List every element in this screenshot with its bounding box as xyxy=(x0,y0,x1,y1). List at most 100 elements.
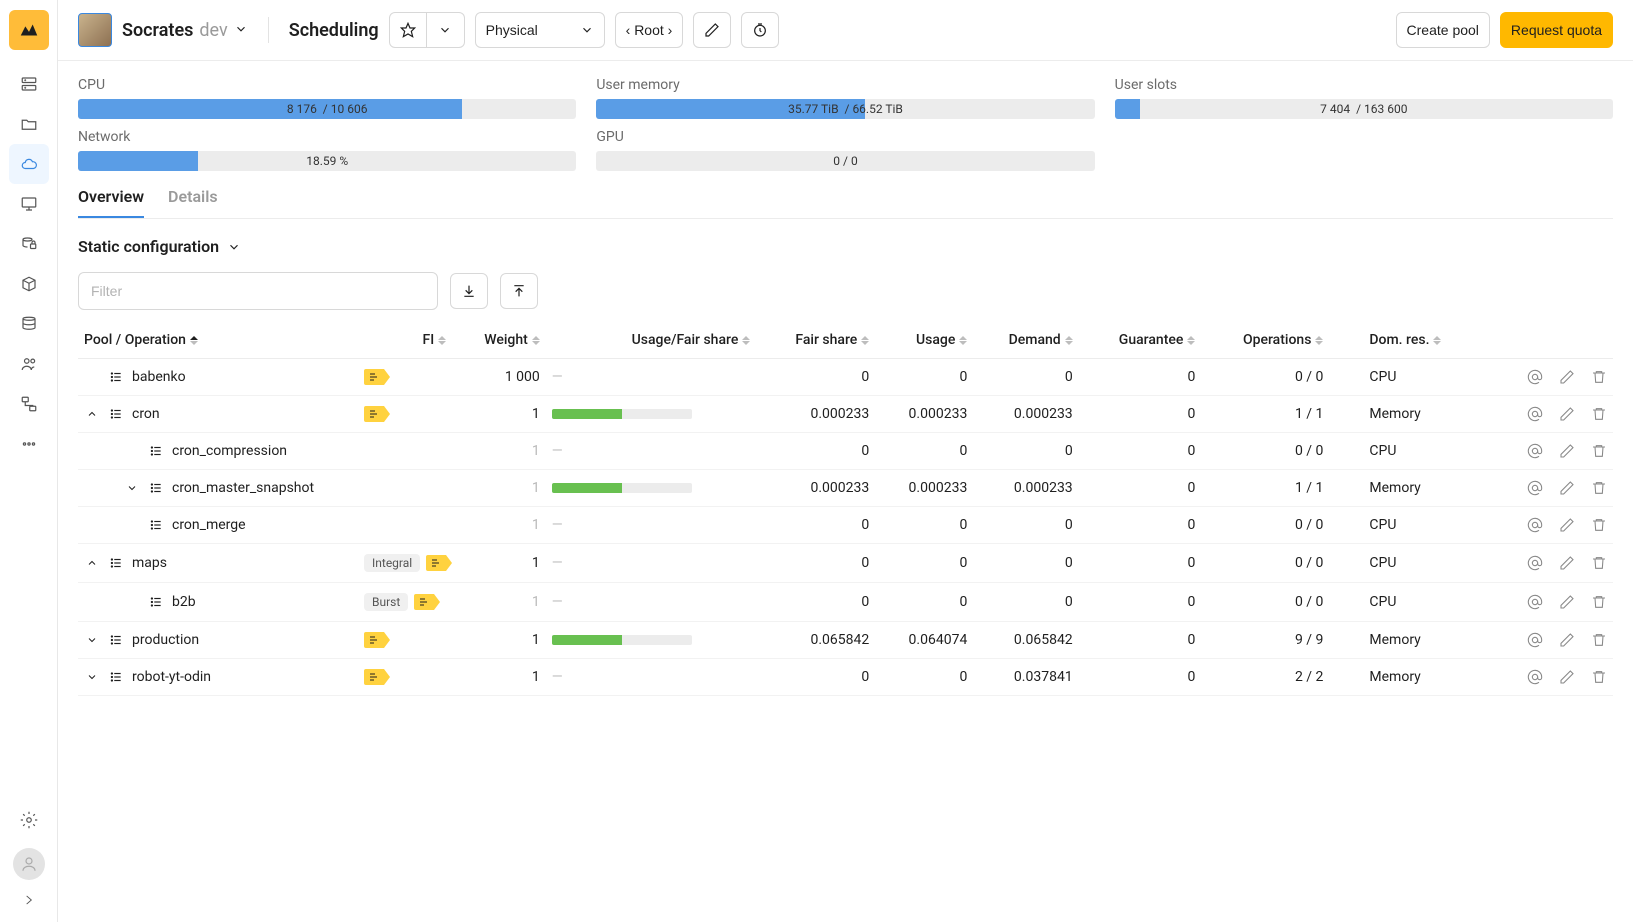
usage-value: 0 xyxy=(875,507,973,544)
col-fair[interactable]: Fair share xyxy=(756,322,875,359)
at-icon[interactable] xyxy=(1527,369,1543,385)
usage-value: 0 xyxy=(875,544,973,583)
tree-select[interactable]: Physical xyxy=(475,12,605,48)
edit-icon[interactable] xyxy=(1559,594,1575,610)
expand-toggle[interactable] xyxy=(124,480,140,496)
expand-toggle[interactable] xyxy=(84,669,100,685)
filter-input[interactable] xyxy=(78,272,438,310)
at-icon[interactable] xyxy=(1527,632,1543,648)
ops-value: 0 / 0 xyxy=(1201,544,1329,583)
settings-icon[interactable] xyxy=(9,800,49,840)
pool-name[interactable]: cron_master_snapshot xyxy=(172,480,314,496)
at-icon[interactable] xyxy=(1527,517,1543,533)
trash-icon[interactable] xyxy=(1591,406,1607,422)
tab-details[interactable]: Details xyxy=(168,187,218,218)
col-usage[interactable]: Usage xyxy=(875,322,973,359)
trash-icon[interactable] xyxy=(1591,594,1607,610)
favorite-button[interactable] xyxy=(389,12,427,48)
table-row: production10.0658420.0640740.06584209 / … xyxy=(78,622,1613,659)
meter-bar: 35.77 TiB / 66.52 TiB xyxy=(596,99,1094,119)
list-icon xyxy=(108,632,124,648)
at-icon[interactable] xyxy=(1527,669,1543,685)
expand-toggle[interactable] xyxy=(84,406,100,422)
user-avatar[interactable] xyxy=(13,848,45,880)
trash-icon[interactable] xyxy=(1591,669,1607,685)
pool-name[interactable]: b2b xyxy=(172,594,196,610)
at-icon[interactable] xyxy=(1527,480,1543,496)
table-row: b2bBurst1—00000 / 0CPU xyxy=(78,583,1613,622)
pool-name[interactable]: maps xyxy=(132,555,167,571)
collapse-rail-icon[interactable] xyxy=(9,888,49,912)
at-icon[interactable] xyxy=(1527,443,1543,459)
trash-icon[interactable] xyxy=(1591,517,1607,533)
pool-name[interactable]: robot-yt-odin xyxy=(132,669,211,685)
nav-item-more[interactable] xyxy=(9,424,49,464)
nav-item-monitor[interactable] xyxy=(9,184,49,224)
nav-item-folder[interactable] xyxy=(9,104,49,144)
cluster-selector[interactable]: Socrates dev xyxy=(122,20,248,41)
demand-value: 0 xyxy=(973,359,1078,396)
meter-slots: User slots 7 404 / 163 600 xyxy=(1115,77,1613,119)
favorite-menu-button[interactable] xyxy=(427,12,465,48)
demand-value: 0.037841 xyxy=(973,659,1078,696)
at-icon[interactable] xyxy=(1527,406,1543,422)
trash-icon[interactable] xyxy=(1591,480,1607,496)
pool-name[interactable]: cron xyxy=(132,406,160,422)
edit-button[interactable] xyxy=(693,12,731,48)
breadcrumb-root[interactable]: ‹ Root › xyxy=(615,12,684,48)
clock-link-button[interactable] xyxy=(741,12,779,48)
col-guarantee[interactable]: Guarantee xyxy=(1079,322,1202,359)
download-button[interactable] xyxy=(450,273,488,309)
trash-icon[interactable] xyxy=(1591,632,1607,648)
expand-toggle[interactable] xyxy=(84,555,100,571)
nav-item-db-list[interactable] xyxy=(9,304,49,344)
fair-value: 0 xyxy=(756,659,875,696)
edit-icon[interactable] xyxy=(1559,443,1575,459)
cluster-avatar xyxy=(78,13,112,47)
edit-icon[interactable] xyxy=(1559,555,1575,571)
nav-item-cloud[interactable] xyxy=(9,144,49,184)
col-weight[interactable]: Weight xyxy=(452,322,546,359)
trash-icon[interactable] xyxy=(1591,369,1607,385)
edit-icon[interactable] xyxy=(1559,369,1575,385)
nav-item-package[interactable] xyxy=(9,264,49,304)
expand-toggle[interactable] xyxy=(84,632,100,648)
pool-name[interactable]: cron_compression xyxy=(172,443,287,459)
upload-button[interactable] xyxy=(500,273,538,309)
edit-icon[interactable] xyxy=(1559,517,1575,533)
edit-icon[interactable] xyxy=(1559,406,1575,422)
weight-value: 1 xyxy=(500,669,540,685)
tab-overview[interactable]: Overview xyxy=(78,187,144,218)
meter-gpu: GPU 0 / 0 xyxy=(596,129,1094,171)
section-header[interactable]: Static configuration xyxy=(78,237,1613,256)
divider xyxy=(268,17,269,43)
at-icon[interactable] xyxy=(1527,594,1543,610)
nav-item-users[interactable] xyxy=(9,344,49,384)
col-demand[interactable]: Demand xyxy=(973,322,1078,359)
meter-memory: User memory 35.77 TiB / 66.52 TiB xyxy=(596,77,1094,119)
request-quota-button[interactable]: Request quota xyxy=(1500,12,1613,48)
fair-value: 0 xyxy=(756,359,875,396)
meter-bar: 18.59 % xyxy=(78,151,576,171)
fair-value: 0 xyxy=(756,544,875,583)
col-dom[interactable]: Dom. res. xyxy=(1329,322,1493,359)
nav-item-db-tree[interactable] xyxy=(9,384,49,424)
pool-name[interactable]: production xyxy=(132,632,199,648)
edit-icon[interactable] xyxy=(1559,632,1575,648)
create-pool-button[interactable]: Create pool xyxy=(1396,12,1490,48)
at-icon[interactable] xyxy=(1527,555,1543,571)
trash-icon[interactable] xyxy=(1591,443,1607,459)
col-ops[interactable]: Operations xyxy=(1201,322,1329,359)
pool-name[interactable]: cron_merge xyxy=(172,517,246,533)
nav-item-db-lock[interactable] xyxy=(9,224,49,264)
trash-icon[interactable] xyxy=(1591,555,1607,571)
app-logo[interactable] xyxy=(9,10,49,50)
ops-value: 1 / 1 xyxy=(1201,396,1329,433)
col-fi[interactable]: FI xyxy=(358,322,452,359)
nav-item-server[interactable] xyxy=(9,64,49,104)
pool-name[interactable]: babenko xyxy=(132,369,186,385)
col-usage-fair[interactable]: Usage/Fair share xyxy=(546,322,757,359)
edit-icon[interactable] xyxy=(1559,669,1575,685)
col-name[interactable]: Pool / Operation xyxy=(78,322,358,359)
edit-icon[interactable] xyxy=(1559,480,1575,496)
